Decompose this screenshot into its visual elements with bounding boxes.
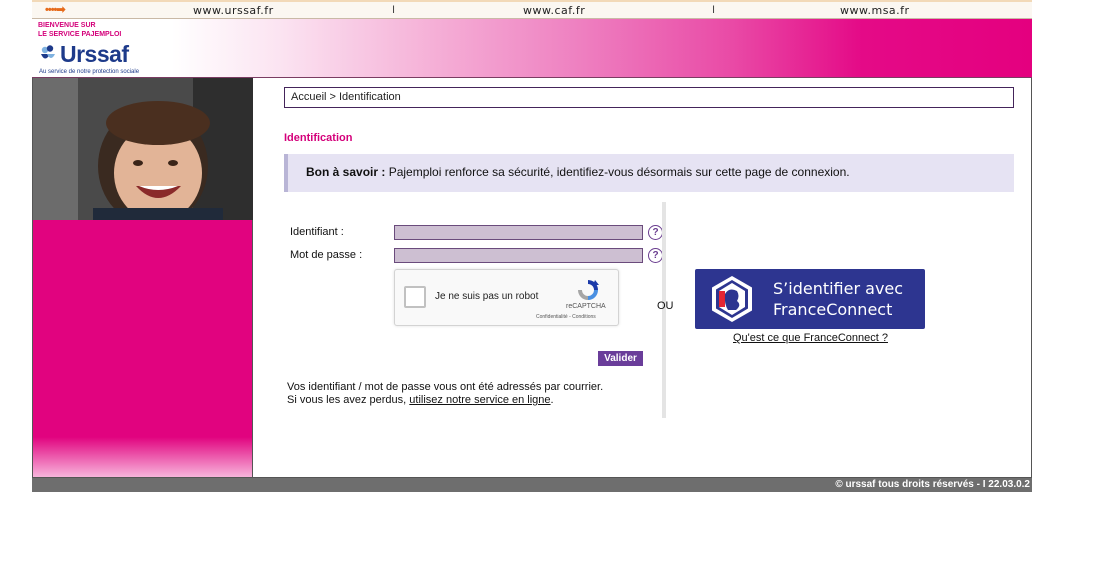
help-text-prefix: Si vous les avez perdus, — [287, 394, 410, 406]
recaptcha-icon — [578, 280, 599, 300]
info-banner-title: Bon à savoir : — [306, 165, 386, 179]
recaptcha-brand: reCAPTCHA — [566, 303, 606, 310]
footer: © urssaf tous droits réservés - I 22.03.… — [32, 478, 1032, 492]
help-text: Vos identifiant / mot de passe vous ont … — [287, 381, 603, 407]
recaptcha-checkbox[interactable] — [404, 286, 426, 308]
franceconnect-line-2: FranceConnect — [773, 300, 893, 319]
separator: I — [712, 4, 716, 16]
left-column-fade — [33, 437, 252, 477]
franceconnect-logo-icon — [712, 276, 752, 322]
urssaf-logo[interactable]: Urssaf Au service de notre protection so… — [38, 41, 163, 77]
identifiant-label: Identifiant : — [290, 226, 344, 238]
help-text-line-2: Si vous les avez perdus, utilisez notre … — [287, 394, 603, 407]
franceconnect-line-1: S’identifier avec — [773, 279, 904, 298]
breadcrumb[interactable]: Accueil > Identification — [284, 87, 1014, 108]
recaptcha-links[interactable]: Confidentialité - Conditions — [536, 314, 596, 320]
help-text-line-1: Vos identifiant / mot de passe vous ont … — [287, 381, 604, 393]
identifiant-help-icon[interactable]: ? — [648, 225, 663, 240]
logo-tagline: Au service de notre protection sociale — [39, 69, 140, 75]
welcome-line-1: BIENVENUE SUR — [38, 22, 96, 29]
link-caf[interactable]: www.caf.fr — [523, 4, 585, 17]
help-text-suffix: . — [550, 394, 554, 406]
page-title: Identification — [284, 132, 353, 144]
recaptcha-label: Je ne suis pas un robot — [435, 291, 539, 302]
password-label: Mot de passe : — [290, 249, 363, 261]
info-banner: Bon à savoir : Pajemploi renforce sa séc… — [284, 154, 1014, 192]
welcome-line-2: LE SERVICE PAJEMPLOI — [38, 31, 122, 38]
logo-wordmark: Urssaf — [60, 41, 129, 67]
top-links-bar: ••••➡ www.urssaf.fr I www.caf.fr I www.m… — [32, 0, 1032, 19]
identifiant-input[interactable] — [394, 225, 643, 240]
info-banner-text: Pajemploi renforce sa sécurité, identifi… — [385, 165, 850, 179]
main-frame: Accueil > Identification Identification … — [32, 78, 1032, 478]
link-urssaf[interactable]: www.urssaf.fr — [193, 4, 274, 17]
password-input[interactable] — [394, 248, 643, 263]
separator: I — [392, 4, 396, 16]
lost-credentials-link[interactable]: utilisez notre service en ligne — [409, 394, 550, 406]
link-msa[interactable]: www.msa.fr — [840, 4, 910, 17]
or-label: OU — [657, 300, 674, 312]
left-column — [33, 78, 253, 477]
welcome-text: BIENVENUE SUR LE SERVICE PAJEMPLOI — [38, 21, 121, 39]
arrow-icon: ••••➡ — [45, 4, 66, 16]
urssaf-logo-mark-icon — [41, 45, 55, 59]
franceconnect-info-link[interactable]: Qu'est ce que FranceConnect ? — [733, 332, 888, 344]
child-photo — [33, 78, 253, 220]
franceconnect-button[interactable]: S’identifier avec FranceConnect — [695, 269, 925, 329]
site-header: BIENVENUE SUR LE SERVICE PAJEMPLOI Urssa… — [32, 19, 1032, 78]
password-help-icon[interactable]: ? — [648, 248, 663, 263]
submit-button[interactable]: Valider — [598, 351, 643, 366]
recaptcha-widget: Je ne suis pas un robot reCAPTCHA Confid… — [394, 269, 619, 326]
